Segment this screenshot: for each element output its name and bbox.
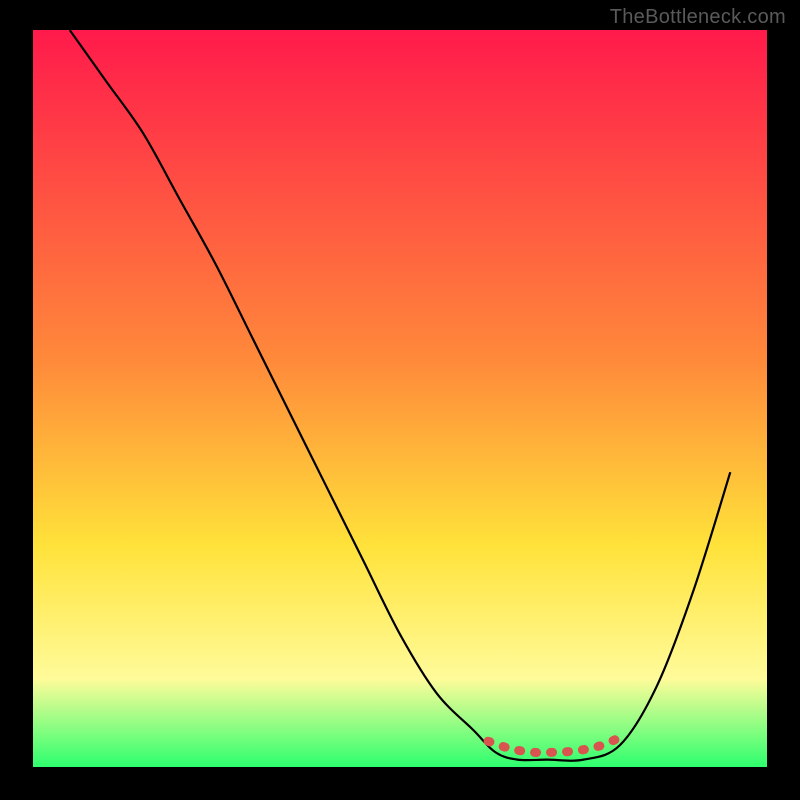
watermark-text: TheBottleneck.com: [610, 6, 786, 29]
chart-svg: [0, 0, 800, 800]
plot-area: [33, 30, 767, 767]
chart-frame: TheBottleneck.com: [0, 0, 800, 800]
